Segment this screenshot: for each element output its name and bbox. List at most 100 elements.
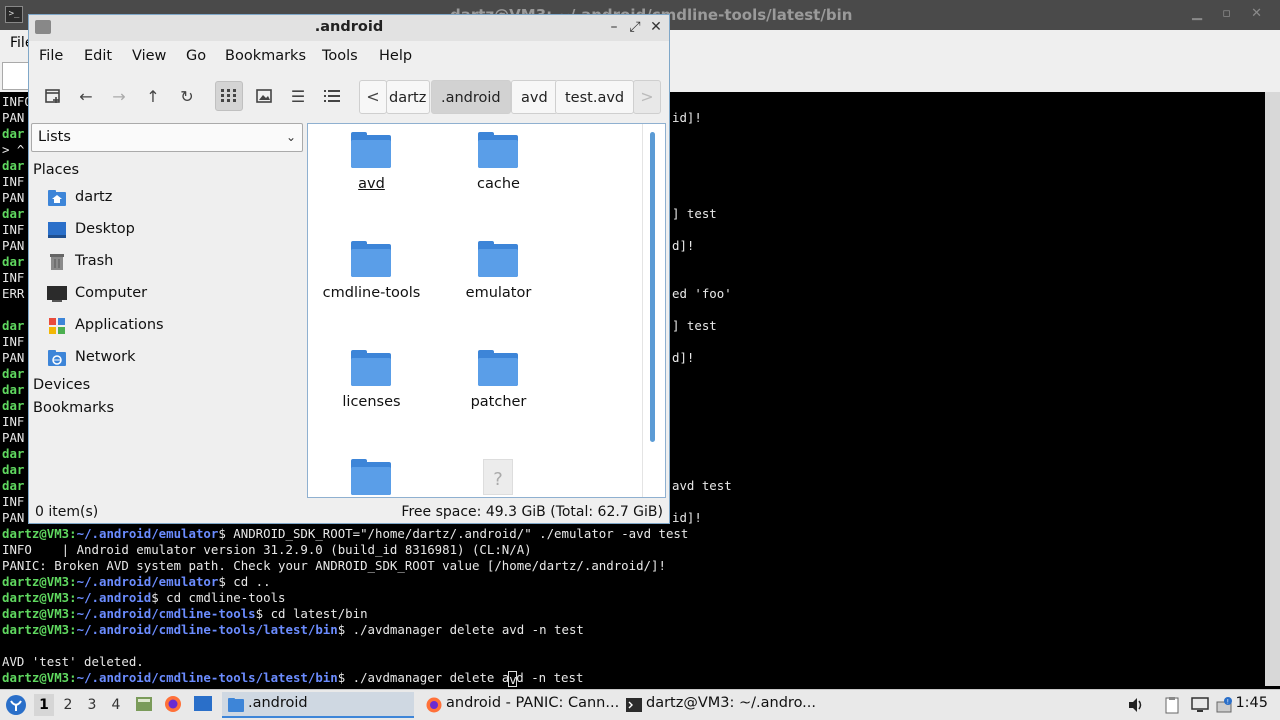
breadcrumb-android[interactable]: .android <box>431 80 511 114</box>
folder-item-licenses[interactable]: licenses <box>308 342 435 442</box>
place-dartz[interactable]: dartz <box>47 186 297 212</box>
display-icon[interactable] <box>1191 696 1209 714</box>
folder-icon <box>228 698 244 712</box>
menu-edit[interactable]: Edit <box>84 48 112 64</box>
terminal-fragment-left: PAN <box>2 238 25 253</box>
folder-item-avd[interactable]: avd <box>308 124 435 224</box>
terminal-fragment-left: PAN <box>2 510 25 525</box>
item-name: emulator <box>465 285 532 301</box>
terminal-line: dartz@VM3:~/.android/emulator$ cd .. <box>2 574 271 589</box>
terminal-fragment-left: PAN <box>2 110 25 125</box>
file-manager-launcher-icon[interactable] <box>135 695 153 713</box>
menu-tools[interactable]: Tools <box>322 48 358 64</box>
folder-item-cache[interactable]: cache <box>435 124 562 224</box>
status-selection-count: 0 item(s) <box>35 504 99 520</box>
side-pane-mode-select[interactable]: Lists ⌄ <box>31 123 303 152</box>
reload-icon: ↻ <box>180 86 194 106</box>
reload-button[interactable]: ↻ <box>173 81 201 111</box>
breadcrumb-test-avd[interactable]: test.avd <box>555 80 635 114</box>
breadcrumb-dartz[interactable]: dartz <box>386 80 431 114</box>
breadcrumb-avd[interactable]: avd <box>511 80 558 114</box>
path-scroll-right-button[interactable]: > <box>633 80 661 114</box>
terminal-scrollbar[interactable] <box>1265 92 1280 686</box>
icon-view-button[interactable] <box>215 81 243 111</box>
menu-view[interactable]: View <box>132 48 166 64</box>
grid-view-icon <box>221 89 236 102</box>
maximize-button[interactable]: ⤢ <box>626 18 644 36</box>
thumbnail-view-button[interactable] <box>250 81 278 111</box>
terminal-window-controls[interactable]: ▁ ▫ ✕ <box>1192 6 1270 21</box>
terminal-line: PANIC: Broken AVD system path. Check you… <box>2 558 666 573</box>
minimize-button[interactable]: – <box>605 18 623 36</box>
item-name: licenses <box>342 394 401 410</box>
network-icon <box>48 350 66 366</box>
workspace-3[interactable]: 3 <box>82 694 102 716</box>
terminal-fragment-left: dar <box>2 254 25 269</box>
arrow-left-icon: ← <box>79 86 93 106</box>
firefox-launcher-icon[interactable] <box>164 695 182 713</box>
terminal-line: INFO | Android emulator version 31.2.9.0… <box>2 542 532 557</box>
folder-item-cmdline-tools[interactable]: cmdline-tools <box>308 233 435 333</box>
file-list-pane[interactable]: avd cache cmdline-tools emulator license… <box>307 123 666 498</box>
terminal-fragment-right: id]! <box>672 110 702 125</box>
terminal-fragment-left: dar <box>2 478 25 493</box>
task-terminal[interactable]: dartz@VM3: ~/.andro... <box>620 692 816 718</box>
home-folder-icon <box>48 190 66 206</box>
close-button[interactable]: ✕ <box>647 18 665 36</box>
folder-icon <box>351 241 391 277</box>
place-computer[interactable]: Computer <box>47 282 297 308</box>
menu-help[interactable]: Help <box>379 48 412 64</box>
menu-bookmarks[interactable]: Bookmarks <box>225 48 306 64</box>
up-button[interactable]: ↑ <box>139 81 167 111</box>
detailed-list-button[interactable] <box>318 81 346 111</box>
compact-view-button[interactable]: ☰ <box>284 81 312 111</box>
place-desktop[interactable]: Desktop <box>47 218 297 244</box>
terminal-fragment-left: ERR <box>2 286 25 301</box>
desktop-launcher-icon[interactable] <box>193 695 213 713</box>
terminal-fragment-right: ] test <box>672 206 717 221</box>
terminal-fragment-right: d]! <box>672 350 695 365</box>
menubar: File Edit View Go Bookmarks Tools Help <box>29 43 669 71</box>
terminal-prompt-line[interactable]: dartz@VM3:~/.android/cmdline-tools/lates… <box>2 670 583 687</box>
task-file-manager[interactable]: .android <box>222 692 414 718</box>
file-manager-window: .android – ⤢ ✕ File Edit View Go Bookmar… <box>28 14 670 524</box>
forward-button[interactable]: → <box>105 81 133 111</box>
item-name: patcher <box>470 394 527 410</box>
terminal-fragment-left: PAN <box>2 190 25 205</box>
unknown-file-icon: ? <box>483 459 513 495</box>
workspace-1[interactable]: 1 <box>34 694 54 716</box>
file-pane-scrollbar-thumb[interactable] <box>650 132 655 442</box>
workspace-4[interactable]: 4 <box>106 694 126 716</box>
terminal-fragment-left: dar <box>2 382 25 397</box>
terminal-fragment-left: PAN <box>2 350 25 365</box>
new-tab-icon <box>45 89 60 103</box>
folder-item-emulator[interactable]: emulator <box>435 233 562 333</box>
network-status-icon[interactable]: ! <box>1215 696 1233 714</box>
task-label: .android <box>248 695 308 711</box>
file-manager-titlebar[interactable]: .android – ⤢ ✕ <box>29 15 669 41</box>
menu-go[interactable]: Go <box>186 48 206 64</box>
place-applications[interactable]: Applications <box>47 314 297 340</box>
folder-item-patcher[interactable]: patcher <box>435 342 562 442</box>
folder-item-partial[interactable] <box>308 451 435 497</box>
devices-heading[interactable]: Devices <box>33 377 90 393</box>
terminal-tab[interactable] <box>2 62 30 90</box>
start-menu-icon[interactable] <box>5 694 27 716</box>
workspace-2[interactable]: 2 <box>58 694 78 716</box>
menu-file[interactable]: File <box>39 48 63 64</box>
clipboard-icon[interactable] <box>1163 696 1181 714</box>
path-scroll-left-button[interactable]: < <box>359 80 387 114</box>
terminal-fragment-left: > ^ <box>2 142 25 157</box>
place-trash[interactable]: Trash <box>47 250 297 276</box>
terminal-fragment-left: INF <box>2 222 25 237</box>
back-button[interactable]: ← <box>72 81 100 111</box>
terminal-fragment-left: dar <box>2 398 25 413</box>
place-network[interactable]: Network <box>47 346 297 372</box>
terminal-line: dartz@VM3:~/.android$ cd cmdline-tools <box>2 590 286 605</box>
volume-icon[interactable] <box>1127 696 1145 714</box>
task-firefox[interactable]: android - PANIC: Cann... <box>420 692 619 718</box>
file-item-unknown[interactable]: ? <box>435 451 562 497</box>
new-tab-button[interactable] <box>39 81 67 111</box>
places-heading[interactable]: Places <box>33 162 79 178</box>
bookmarks-heading[interactable]: Bookmarks <box>33 400 114 416</box>
